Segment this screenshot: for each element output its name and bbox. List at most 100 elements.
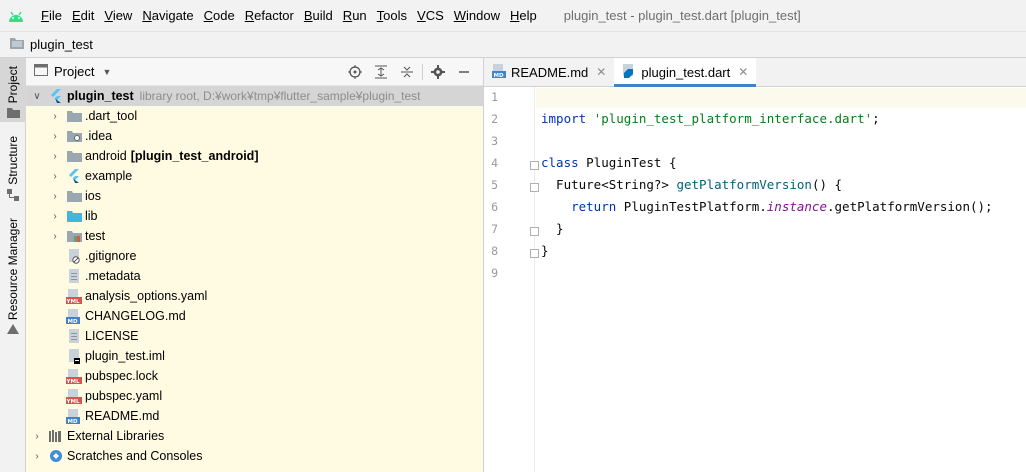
code-area[interactable]: 1 2 3 4 5 6 7 8 9 import 'plugin_test_pl… [484,87,1026,472]
chevron-right-icon[interactable]: › [48,191,62,202]
tab-plugin-test-dart[interactable]: plugin_test.dart ✕ [614,58,757,87]
svg-text:YML: YML [66,379,80,384]
chevron-right-icon[interactable]: › [48,131,62,142]
structure-tool-label: Structure [6,136,20,185]
menu-item-file[interactable]: File [36,0,67,31]
chevron-right-icon[interactable]: › [48,111,62,122]
android-studio-icon [6,6,26,26]
code-token: return [541,199,617,214]
expand-all-icon[interactable] [368,58,394,86]
menu-item-vcs[interactable]: VCS [412,0,449,31]
tree-item[interactable]: › .idea [26,126,483,146]
folder-icon [66,108,82,124]
chevron-down-icon[interactable]: ▼ [102,67,111,77]
gear-icon[interactable] [425,58,451,86]
tree-item[interactable]: › test [26,226,483,246]
code-token: PluginTest { [578,155,677,170]
tree-scratches[interactable]: › Scratches and Consoles [26,446,483,466]
tool-window-strip: Project Structure Resource Manager [0,58,26,472]
fold-marker-icon[interactable] [530,249,539,258]
collapse-all-icon[interactable] [394,58,420,86]
chevron-right-icon[interactable]: › [48,151,62,162]
project-panel-header: Project ▼ [26,58,483,86]
tab-label: README.md [511,64,589,80]
close-icon[interactable]: ✕ [596,65,606,79]
markdown-icon: MD [492,63,506,81]
external-libraries-label: External Libraries [67,429,165,443]
yaml-icon: YML [66,288,82,304]
scratches-icon [48,448,64,464]
project-panel: Project ▼ ∨ plugin_test library root, D:… [26,58,484,472]
chevron-right-icon[interactable]: › [30,451,44,462]
tree-item[interactable]: .gitignore [26,246,483,266]
folder-icon [6,108,20,119]
breadcrumb-project[interactable]: plugin_test [30,37,93,52]
minimize-icon[interactable] [451,58,477,86]
svg-text:YML: YML [66,399,80,404]
code-token: Future<String?> [541,177,677,192]
menu-item-run[interactable]: Run [338,0,372,31]
tree-item[interactable]: › example [26,166,483,186]
line-number: 1 [491,90,498,104]
tree-item-module: [plugin_test_android] [130,149,259,163]
tree-item[interactable]: YML analysis_options.yaml [26,286,483,306]
code-line-6: return PluginTestPlatform.instance.getPl… [541,197,992,217]
tab-readme[interactable]: MD README.md ✕ [484,58,614,86]
tree-item[interactable]: › lib [26,206,483,226]
resource-manager-label: Resource Manager [6,218,20,321]
tree-root-name: plugin_test [67,89,134,103]
menu-item-build[interactable]: Build [299,0,338,31]
tree-item-label: CHANGELOG.md [85,309,186,323]
project-tool-tab[interactable]: Project [0,58,26,122]
fold-marker-icon[interactable] [530,161,539,170]
chevron-right-icon[interactable]: › [48,171,62,182]
window-title: plugin_test - plugin_test.dart [plugin_t… [563,8,801,23]
editor-tabs: MD README.md ✕ plugin_test.dart ✕ [484,58,1026,87]
tree-item[interactable]: .metadata [26,266,483,286]
line-number: 9 [491,266,498,280]
tree-item[interactable]: MD CHANGELOG.md [26,306,483,326]
tree-item[interactable]: plugin_test.iml [26,346,483,366]
menu-item-navigate[interactable]: Navigate [137,0,198,31]
tree-item[interactable]: MD README.md [26,406,483,426]
chevron-down-icon[interactable]: ∨ [30,91,44,102]
code-line-2: import 'plugin_test_platform_interface.d… [541,109,880,129]
tree-item[interactable]: › .dart_tool [26,106,483,126]
code-token: getPlatformVersion [676,177,812,192]
menu-item-view[interactable]: View [99,0,137,31]
tree-root[interactable]: ∨ plugin_test library root, D:¥work¥tmp¥… [26,86,483,106]
code-token: PluginTestPlatform. [616,199,767,214]
menu-label: avigate [151,8,194,23]
menu-item-refactor[interactable]: Refactor [240,0,299,31]
chevron-right-icon[interactable]: › [48,211,62,222]
menu-mnemonic: R [342,8,353,23]
menu-item-edit[interactable]: Edit [67,0,99,31]
tree-item[interactable]: LICENSE [26,326,483,346]
project-view-selector[interactable]: Project [54,64,94,79]
menu-item-tools[interactable]: Tools [372,0,412,31]
chevron-right-icon[interactable]: › [30,431,44,442]
tree-item[interactable]: YML pubspec.lock [26,366,483,386]
menu-mnemonic: B [303,8,313,23]
code-token: () { [811,177,843,192]
close-icon[interactable]: ✕ [738,65,748,79]
menu-item-help[interactable]: Help [505,0,542,31]
menu-mnemonic: W [453,8,467,23]
editor: MD README.md ✕ plugin_test.dart ✕ 1 2 3 … [484,58,1026,472]
menu-item-window[interactable]: Window [449,0,505,31]
fold-marker-icon[interactable] [530,227,539,236]
tree-item[interactable]: YML pubspec.yaml [26,386,483,406]
source-folder-icon [66,208,82,224]
tree-item-label: README.md [85,409,160,423]
project-view-icon [34,64,48,79]
resource-manager-tool-tab[interactable]: Resource Manager [0,218,26,338]
menu-mnemonic: V [104,8,113,23]
tree-item[interactable]: › ios [26,186,483,206]
menu-item-code[interactable]: Code [199,0,240,31]
menu-mnemonic: N [142,8,152,23]
chevron-right-icon[interactable]: › [48,231,62,242]
tree-external-libraries[interactable]: › External Libraries [26,426,483,446]
locate-icon[interactable] [342,58,368,86]
fold-marker-icon[interactable] [530,183,539,192]
tree-item[interactable]: › android [plugin_test_android] [26,146,483,166]
